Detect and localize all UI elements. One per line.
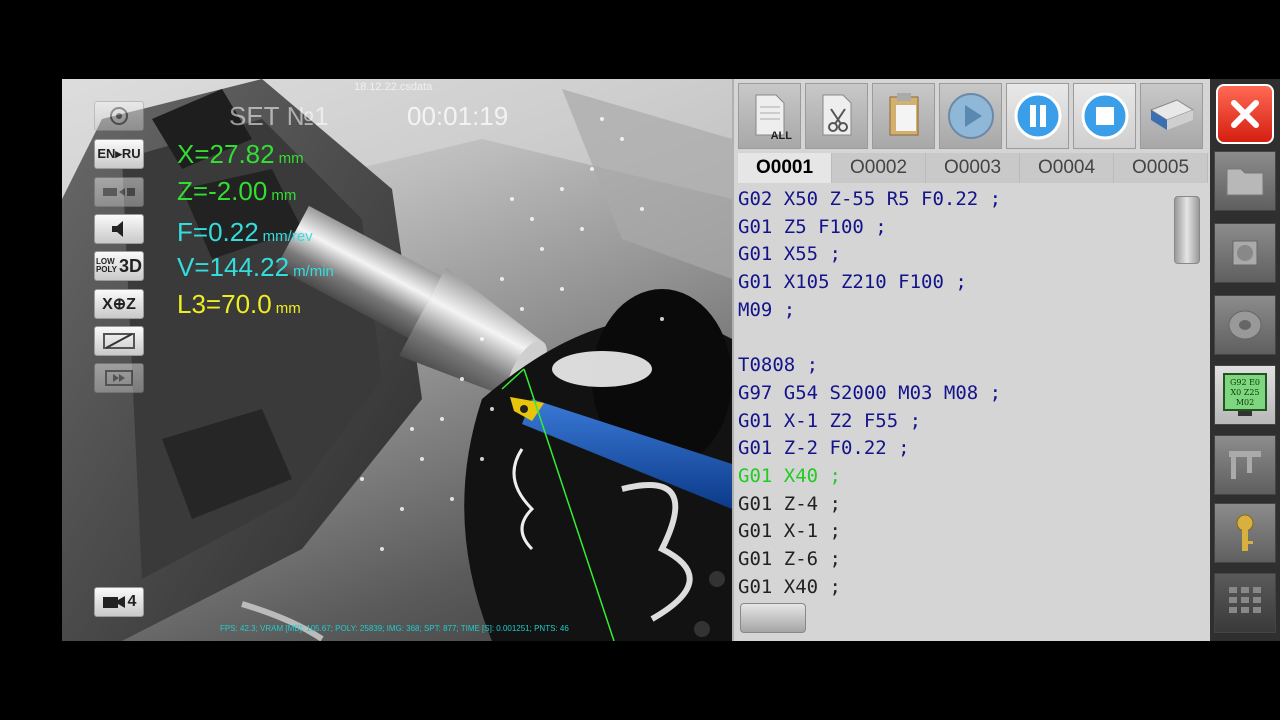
right-sidebar: G92 E0 X0 Z25 M02 [1210, 79, 1280, 641]
program-toolbar: ALL [738, 83, 1208, 151]
lathe-scene [62, 79, 732, 641]
close-icon [1231, 100, 1259, 128]
speaker-icon [112, 221, 123, 237]
select-all-button[interactable]: ALL [738, 83, 801, 149]
timer: 00:01:19 [407, 101, 509, 131]
length-readout: L3=70.0 mm [177, 289, 301, 319]
filename-label: 18.12.22.csdata [354, 81, 433, 93]
horizontal-scrollbar[interactable] [740, 603, 806, 633]
code-line[interactable]: G01 Z5 F100 ; [738, 214, 1168, 242]
code-line[interactable]: G01 X55 ; [738, 241, 1168, 269]
program-monitor-icon: G92 E0 X0 Z25 M02 [1223, 373, 1267, 416]
tool-setup-button[interactable] [1214, 223, 1276, 283]
book-icon [1149, 99, 1194, 130]
code-line[interactable]: G01 Z-6 ; [738, 546, 1168, 574]
tab-o0004[interactable]: O0004 [1020, 153, 1114, 183]
scissors-icon [822, 94, 851, 136]
code-line[interactable]: G01 X40 ; [738, 574, 1168, 602]
svg-text:G92 E0: G92 E0 [1230, 378, 1260, 387]
units-icon [103, 188, 135, 196]
clipboard-icon [889, 93, 918, 136]
stop-icon [1081, 92, 1128, 140]
tab-o0001[interactable]: O0001 [738, 153, 832, 183]
chuck-icon [1228, 310, 1262, 340]
svg-text:M02: M02 [1236, 398, 1254, 407]
play-icon [947, 93, 994, 139]
play-button[interactable] [939, 83, 1002, 149]
caliper-button[interactable] [1214, 435, 1276, 495]
key-icon [1236, 514, 1254, 551]
tool-holder-icon [1232, 240, 1258, 266]
speed-readout: V=144.22 m/min [177, 252, 334, 282]
code-line[interactable]: G01 X-1 ; [738, 518, 1168, 546]
code-line[interactable]: G01 X-1 Z2 F55 ; [738, 408, 1168, 436]
low-poly-3d-button[interactable]: LOW POLY 3D [94, 251, 144, 281]
manual-button[interactable] [1140, 83, 1203, 149]
camera-icon [102, 596, 125, 608]
vertical-scrollbar[interactable] [1174, 196, 1200, 264]
ruler-icon [103, 333, 135, 349]
code-line[interactable]: G01 Z-4 ; [738, 491, 1168, 519]
code-line[interactable]: T0808 ; [738, 352, 1168, 380]
svg-text:X0 Z25: X0 Z25 [1230, 388, 1259, 397]
current-code-line[interactable]: G01 X40 ; [738, 463, 1168, 491]
workpiece-button[interactable] [1214, 295, 1276, 355]
paste-button[interactable] [872, 83, 935, 149]
sound-button[interactable] [94, 214, 144, 244]
feed-readout: F=0.22 mm/rev [177, 217, 313, 247]
caliper-icon [1229, 451, 1261, 479]
program-tabs: O0001 O0002 O0003 O0004 O0005 [738, 153, 1208, 183]
3d-viewport[interactable]: 18.12.22.csdata SET №1 00:01:19 X=27.82 m… [62, 79, 732, 641]
program-panel: ALL O0001 O0002 O0003 O0004 O0005 G02 X5… [732, 79, 1212, 641]
pause-button[interactable] [1006, 83, 1069, 149]
tab-o0003[interactable]: O0003 [926, 153, 1020, 183]
copyright-icon [110, 107, 128, 125]
z-readout: Z=-2.00 mm [177, 176, 297, 206]
stop-button[interactable] [1073, 83, 1136, 149]
open-folder-button[interactable] [1214, 151, 1276, 211]
code-line[interactable]: G01 Z-2 F0.22 ; [738, 435, 1168, 463]
pause-icon [1014, 92, 1061, 140]
language-button[interactable]: EN▸RU [94, 139, 144, 169]
tab-o0002[interactable]: O0002 [832, 153, 926, 183]
tab-o0005[interactable]: O0005 [1114, 153, 1208, 183]
code-line[interactable] [738, 324, 1168, 352]
debug-stats: FPS: 42.3; VRAM [MB]: 105.67; POLY: 2583… [220, 624, 569, 633]
code-line[interactable]: G01 X105 Z210 F100 ; [738, 269, 1168, 297]
settings-button[interactable] [94, 101, 144, 131]
keypad-icon [1229, 587, 1261, 613]
fast-forward-button[interactable] [94, 363, 144, 393]
close-button[interactable] [1216, 84, 1274, 144]
x-readout: X=27.82 mm [177, 139, 304, 169]
key-button[interactable] [1214, 503, 1276, 563]
folder-icon [1226, 168, 1264, 196]
units-button[interactable] [94, 177, 144, 207]
code-editor[interactable]: G02 X50 Z-55 R5 F0.22 ; G01 Z5 F100 ; G0… [738, 186, 1168, 600]
axis-button[interactable]: X⊕Z [94, 289, 144, 319]
camera-button[interactable]: 4 [94, 587, 144, 617]
program-editor-button[interactable]: G92 E0 X0 Z25 M02 [1214, 365, 1276, 425]
keypad-button[interactable] [1214, 573, 1276, 633]
measure-button[interactable] [94, 326, 144, 356]
simulator-app: 18.12.22.csdata SET №1 00:01:19 X=27.82 m… [62, 79, 1280, 641]
code-line[interactable]: M09 ; [738, 297, 1168, 325]
set-label: SET №1 [229, 101, 329, 131]
fast-forward-icon [105, 370, 133, 386]
code-line[interactable]: G02 X50 Z-55 R5 F0.22 ; [738, 186, 1168, 214]
code-line[interactable]: G97 G54 S2000 M03 M08 ; [738, 380, 1168, 408]
cut-button[interactable] [805, 83, 868, 149]
